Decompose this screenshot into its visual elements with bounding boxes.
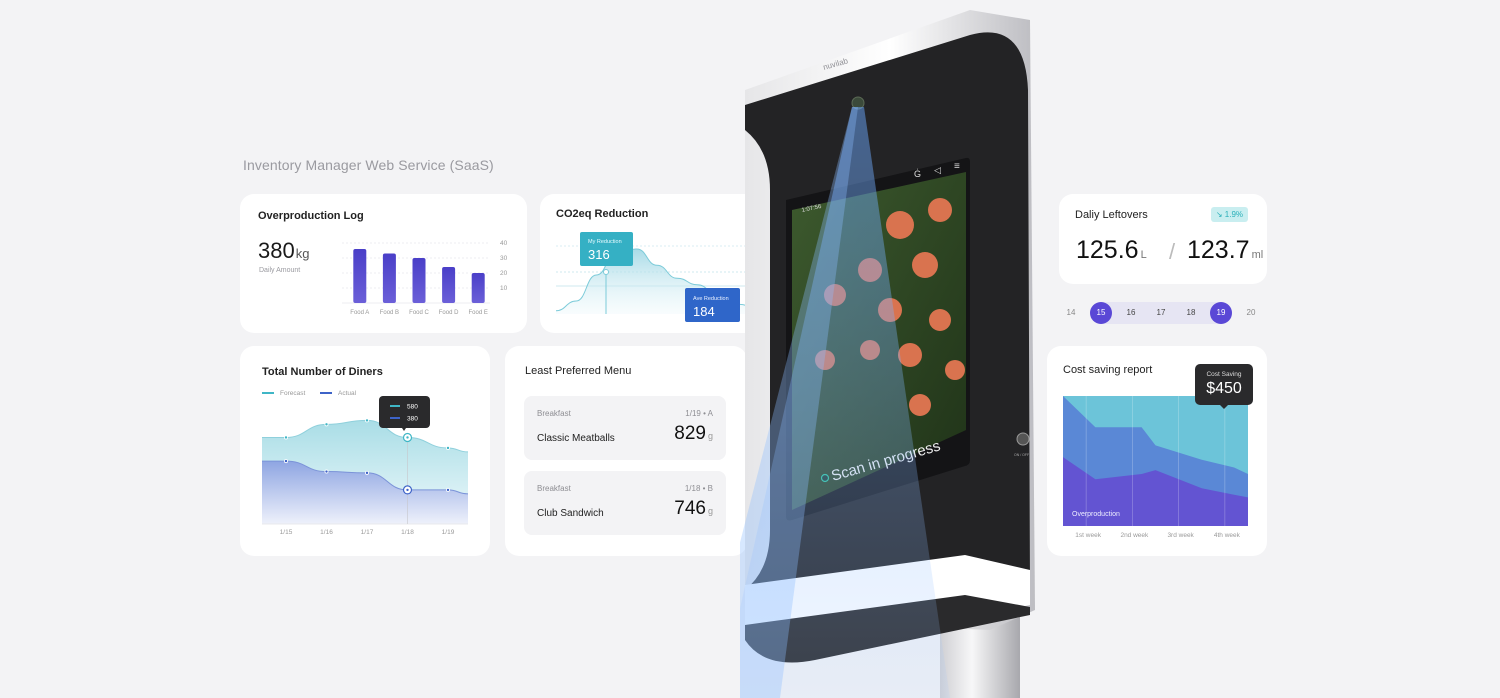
date-label: 1/19 • A [685, 409, 713, 418]
x-tick-label: Food C [409, 310, 429, 316]
y-tick-label: 20 [500, 270, 508, 277]
tooltip-value: $450 [1206, 380, 1242, 397]
card-title: Least Preferred Menu [525, 365, 632, 377]
power-button[interactable] [1016, 432, 1030, 446]
ave-reduction-tooltip: Ave Reduction 184 [685, 288, 740, 322]
x-tick-label: 1/16 [320, 529, 333, 536]
ave-reduction-label: Ave Reduction [693, 296, 729, 302]
menu-name: Classic Meatballs [537, 433, 615, 444]
data-point[interactable] [405, 435, 410, 440]
menu-amount: 829 g [674, 423, 713, 445]
overproduction-bar-chart: Food A Food B Food C Food D Food E 10 20 30 40 [342, 240, 508, 316]
bar[interactable] [442, 267, 456, 303]
data-point[interactable] [365, 418, 370, 423]
menu-amount: 746 g [674, 498, 713, 520]
my-reduction-value: 316 [588, 247, 610, 262]
divider-slash: / [1169, 239, 1176, 264]
overproduction-log-card[interactable]: Overproduction Log 380kg Daily Amount Fo… [240, 194, 527, 333]
my-reduction-point [603, 269, 609, 275]
data-point[interactable] [445, 487, 450, 492]
bar[interactable] [382, 253, 396, 304]
legend-actual-label: Actual [338, 390, 357, 397]
menu-item[interactable]: Breakfast 1/18 • B Club Sandwich 746 g [524, 471, 726, 535]
menu-icon[interactable]: ≡ [954, 161, 960, 172]
trend-value: 1.9% [1224, 210, 1243, 219]
diners-area-chart: Forecast Actual 1/15 1/16 1/17 1/18 1/19 580… [262, 390, 469, 536]
day-20[interactable]: 20 [1240, 302, 1262, 324]
bar[interactable] [412, 258, 426, 303]
tooltip-label: Cost Saving [1206, 371, 1242, 378]
x-tick-label: 1st week [1075, 532, 1101, 539]
date-label: 1/18 • B [684, 484, 713, 493]
legend-forecast-label: Forecast [280, 390, 305, 397]
x-tick-label: Food D [439, 310, 459, 316]
bar[interactable] [471, 273, 485, 303]
day-15[interactable]: 15 [1090, 302, 1112, 324]
co2-reduction-card[interactable]: CO2eq Reduction My Reduction 316 Ave Red… [540, 194, 768, 333]
x-tick-label: Food B [380, 310, 399, 316]
tooltip-actual-value: 380 [407, 416, 418, 423]
tooltip-forecast-value: 580 [407, 404, 418, 411]
x-tick-label: 1/15 [280, 529, 293, 536]
my-reduction-label: My Reduction [588, 239, 622, 245]
cost-saving-tooltip: Cost Saving $450 [1195, 364, 1253, 409]
day-16[interactable]: 16 [1120, 302, 1142, 324]
nuvilab-scanner-device: nuvilab 1:07:56 Ġ ◁ ≡ Scan in progress O… [740, 10, 1035, 698]
amount-number: 746 [674, 498, 706, 519]
amount-number: 829 [674, 423, 706, 444]
day-18[interactable]: 18 [1180, 302, 1202, 324]
x-tick-label: 1/17 [361, 529, 374, 536]
day-14[interactable]: 14 [1060, 302, 1082, 324]
meal-label: Breakfast [537, 409, 571, 418]
x-tick-label: Food A [350, 310, 369, 316]
bar[interactable] [353, 249, 367, 303]
y-tick-label: 30 [500, 255, 508, 262]
trend-badge: ↘ 1.9% [1210, 207, 1248, 222]
leftover-amount: 123.7 ml [1187, 236, 1263, 265]
meal-label: Breakfast [537, 484, 571, 493]
amount-unit: g [707, 431, 713, 441]
my-reduction-tooltip: My Reduction 316 [580, 232, 633, 266]
menu-name: Club Sandwich [537, 508, 604, 519]
data-point[interactable] [324, 422, 329, 427]
x-tick-label: 1/19 [442, 529, 455, 536]
volume-unit: L [1140, 249, 1147, 261]
overproduction-label: Overproduction [1072, 511, 1120, 518]
total-diners-card[interactable]: Total Number of Diners Forecast Actual 1… [240, 346, 490, 556]
x-tick-label: 3rd week [1167, 532, 1194, 539]
volume-number: 125.6 [1076, 236, 1139, 264]
x-tick-label: Food E [469, 310, 488, 316]
legend: Forecast Actual [262, 390, 357, 397]
screen-font-icon[interactable]: Ġ [914, 169, 921, 179]
data-point[interactable] [284, 459, 289, 464]
x-tick-label: 2nd week [1120, 532, 1149, 539]
speaker-icon[interactable]: ◁ [934, 165, 941, 175]
cost-saving-card[interactable]: Cost saving report Overproduction 1st we… [1047, 346, 1267, 556]
diners-tooltip: 580 380 [379, 396, 430, 431]
amount-unit: g [707, 506, 713, 516]
section-title: Inventory Manager Web Service (SaaS) [243, 157, 494, 173]
least-preferred-menu-card[interactable]: Least Preferred Menu Breakfast 1/19 • A … [505, 346, 747, 556]
co2-area-chart: My Reduction 316 Ave Reduction 184 [555, 232, 759, 322]
y-tick-label: 10 [500, 285, 508, 292]
data-point[interactable] [324, 469, 329, 474]
card-title: Daliy Leftovers [1075, 209, 1148, 221]
x-tick-label: 1/18 [401, 529, 414, 536]
amount-unit: ml [1251, 249, 1264, 261]
leftover-volume: 125.6 L [1076, 236, 1147, 265]
data-point[interactable] [365, 470, 370, 475]
x-tick-label: 4th week [1214, 532, 1241, 539]
trend-down-icon: ↘ [1215, 210, 1223, 219]
menu-item[interactable]: Breakfast 1/19 • A Classic Meatballs 829… [524, 396, 726, 460]
day-17[interactable]: 17 [1150, 302, 1172, 324]
data-point[interactable] [405, 487, 410, 492]
y-tick-label: 40 [500, 240, 508, 247]
data-point[interactable] [445, 445, 450, 450]
day-19[interactable]: 19 [1210, 302, 1232, 324]
ave-reduction-value: 184 [693, 304, 715, 319]
amount-number: 123.7 [1187, 236, 1250, 264]
daily-leftovers-card[interactable]: Daliy Leftovers ↘ 1.9% 125.6 L / 123.7 ml [1059, 194, 1267, 284]
power-button-label: ON / OFF [1014, 453, 1029, 457]
data-point[interactable] [284, 435, 289, 440]
